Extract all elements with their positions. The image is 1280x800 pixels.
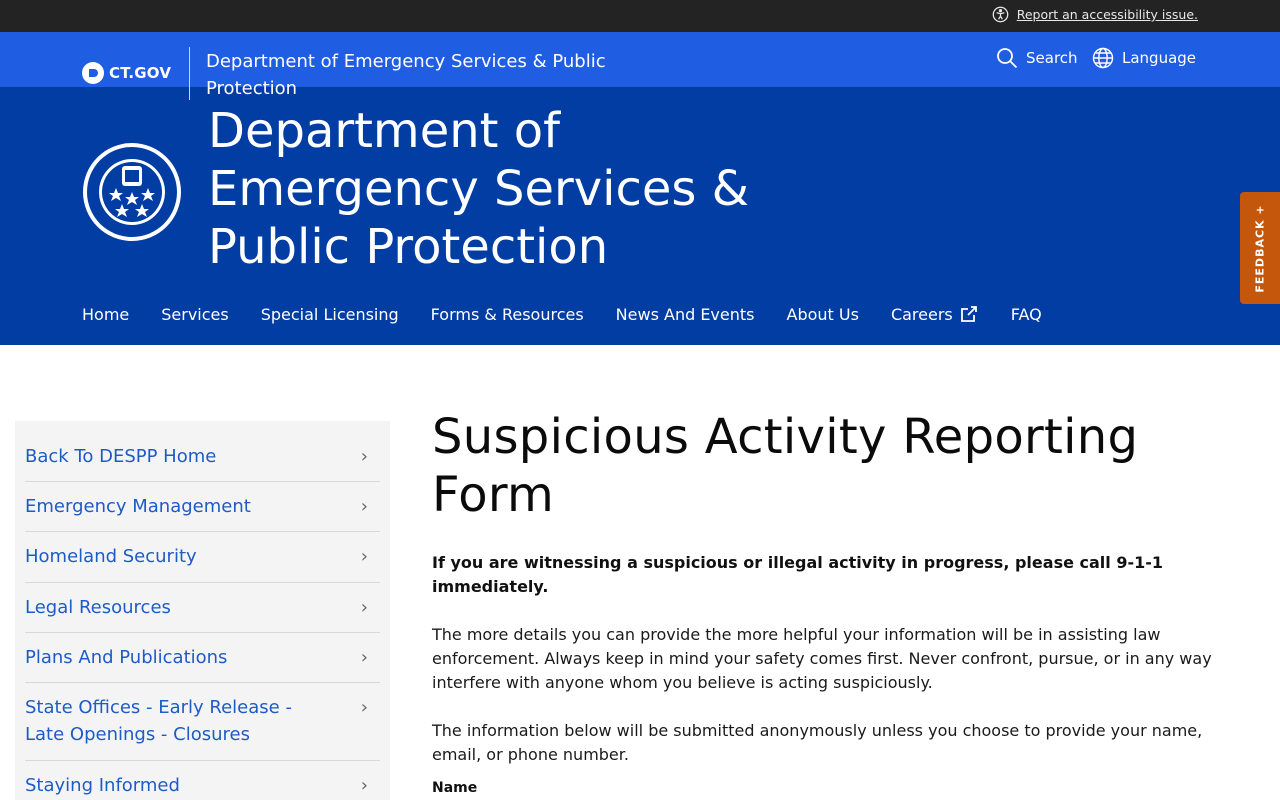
agency-name-link[interactable]: Department of Emergency Services & Publi… [206, 48, 626, 102]
sidebar-item-plans-publications[interactable]: Plans And Publications › [25, 633, 380, 683]
sidebar-item-staying-informed[interactable]: Staying Informed › [25, 761, 380, 800]
state-seal-icon[interactable] [82, 142, 182, 242]
top-utility-bar: Report an accessibility issue. [0, 0, 1280, 32]
accessibility-icon [992, 6, 1009, 23]
sidebar-item-label: Legal Resources [25, 597, 171, 618]
search-button[interactable]: Search [996, 47, 1078, 69]
chevron-right-icon: › [360, 546, 368, 567]
nav-careers[interactable]: Careers [891, 304, 979, 324]
sidebar-item-legal-resources[interactable]: Legal Resources › [25, 583, 380, 633]
sidebar-nav: Back To DESPP Home › Emergency Managemen… [15, 421, 390, 800]
chevron-right-icon: › [360, 647, 368, 668]
accessibility-link[interactable]: Report an accessibility issue. [992, 6, 1198, 23]
globe-icon [1092, 47, 1114, 69]
sidebar-item-label: Emergency Management [25, 496, 251, 517]
logo-divider [189, 47, 190, 100]
sidebar-item-label: Plans And Publications [25, 647, 228, 668]
nav-home[interactable]: Home [82, 305, 129, 324]
sidebar-item-emergency-management[interactable]: Emergency Management › [25, 482, 380, 532]
feedback-tab[interactable]: FEEDBACK + [1240, 192, 1280, 304]
language-button[interactable]: Language [1092, 47, 1196, 69]
sidebar-item-label: Staying Informed [25, 775, 180, 796]
chevron-right-icon: › [360, 446, 368, 467]
intro-paragraph: The more details you can provide the mor… [432, 625, 1212, 692]
sidebar-item-label: Back To DESPP Home [25, 446, 217, 467]
search-label: Search [1026, 49, 1078, 67]
nav-about-us[interactable]: About Us [787, 305, 859, 324]
ctgov-bar [0, 32, 1280, 87]
page-title: Suspicious Activity Reporting Form [432, 409, 1139, 523]
sidebar-item-back-home[interactable]: Back To DESPP Home › [25, 421, 380, 482]
nav-services[interactable]: Services [161, 305, 228, 324]
ctgov-logo-text: CT.GOV [109, 64, 172, 82]
sidebar-item-label: State Offices - Early Release - Late Ope… [25, 697, 292, 745]
main-nav: Home Services Special Licensing Forms & … [82, 304, 1074, 324]
language-label: Language [1122, 49, 1197, 67]
chevron-right-icon: › [360, 775, 368, 796]
nav-special-licensing[interactable]: Special Licensing [261, 305, 399, 324]
external-link-icon [960, 306, 977, 322]
chevron-right-icon: › [360, 697, 368, 718]
sidebar-item-homeland-security[interactable]: Homeland Security › [25, 532, 380, 583]
ctgov-logo[interactable]: CT.GOV [82, 62, 171, 84]
search-icon [997, 48, 1018, 69]
sidebar-item-label: Homeland Security [25, 546, 197, 567]
name-field-label: Name [432, 780, 478, 796]
feedback-label: FEEDBACK + [1253, 203, 1267, 293]
emergency-warning: If you are witnessing a suspicious or il… [432, 553, 1164, 596]
nav-faq[interactable]: FAQ [1011, 305, 1042, 324]
chevron-right-icon: › [360, 597, 368, 618]
sidebar-item-state-offices-closures[interactable]: State Offices - Early Release - Late Ope… [25, 683, 380, 761]
main-content: Suspicious Activity Reporting Form If yo… [432, 408, 1242, 767]
nav-careers-label: Careers [890, 304, 953, 324]
nav-forms-resources[interactable]: Forms & Resources [431, 305, 584, 324]
anonymity-paragraph: The information below will be submitted … [432, 721, 1203, 764]
nav-news-events[interactable]: News And Events [616, 305, 755, 324]
agency-title: Department of Emergency Services & Publi… [208, 103, 750, 275]
chevron-right-icon: › [360, 496, 368, 517]
accessibility-link-label[interactable]: Report an accessibility issue. [1017, 7, 1198, 22]
ctgov-logo-icon [82, 62, 104, 84]
